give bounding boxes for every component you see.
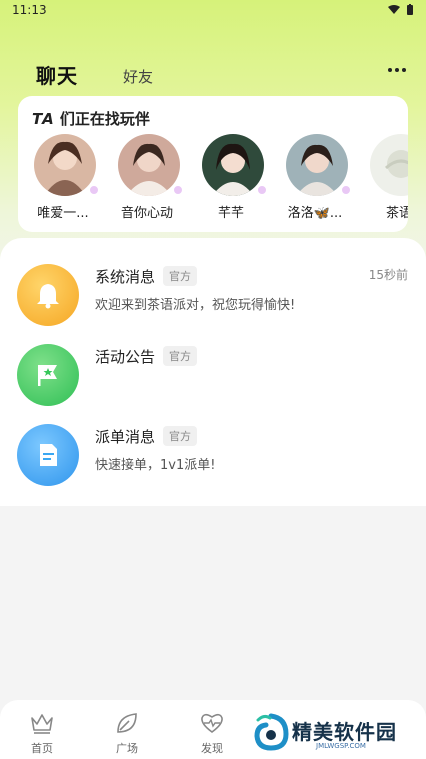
- message-time: 15秒前: [368, 268, 408, 282]
- top-tabs: 聊天 好友: [0, 58, 426, 90]
- message-preview: 欢迎来到茶语派对，祝您玩得愉快!: [95, 298, 296, 313]
- message-title: 派单消息: [95, 428, 156, 446]
- avatar: [202, 134, 264, 196]
- flag-star-icon: [17, 344, 79, 406]
- watermark-logo-icon: [254, 713, 289, 751]
- official-badge: 官方: [163, 426, 197, 446]
- avatar: [286, 134, 348, 196]
- avatar-item[interactable]: 唯爱一...: [18, 134, 102, 224]
- avatar: [34, 134, 96, 196]
- avatar: [118, 134, 180, 196]
- document-icon: [17, 424, 79, 486]
- message-row-activity[interactable]: 活动公告 官方: [0, 338, 426, 410]
- avatar-item[interactable]: 茶语: [354, 134, 408, 224]
- watermark-logo: 精美软件园 JMLWGSP.COM: [252, 712, 412, 756]
- official-badge: 官方: [163, 266, 197, 286]
- avatar-item[interactable]: 洛洛🦋...: [270, 134, 354, 224]
- online-badge-icon: [172, 184, 184, 196]
- dot-icon: [395, 68, 399, 72]
- message-title: 活动公告: [95, 348, 156, 366]
- online-badge-icon: [88, 184, 100, 196]
- wifi-icon: [388, 5, 400, 14]
- message-row-dispatch[interactable]: 派单消息 官方 快速接单，1v1派单!: [0, 418, 426, 490]
- watermark-text: 精美软件园: [292, 720, 397, 744]
- message-list: 系统消息 官方 15秒前 欢迎来到茶语派对，祝您玩得愉快! 活动公告 官方 派单…: [0, 238, 426, 506]
- avatar: [370, 134, 408, 196]
- finding-playmates-card: TA 们正在找玩伴 唯爱一... 音你心动 芊芊 洛洛🦋... 茶语: [18, 96, 408, 232]
- nav-item-square[interactable]: 广场: [97, 710, 157, 756]
- message-preview: 快速接单，1v1派单!: [95, 458, 216, 473]
- leaf-icon: [117, 713, 137, 733]
- official-badge: 官方: [163, 346, 197, 366]
- tab-chat[interactable]: 聊天: [36, 60, 78, 89]
- battery-icon: [407, 4, 413, 15]
- nav-label: 首页: [31, 742, 53, 755]
- online-badge-icon: [256, 184, 268, 196]
- nav-label: 发现: [201, 742, 223, 755]
- avatar-row: 唯爱一... 音你心动 芊芊 洛洛🦋... 茶语: [18, 134, 408, 224]
- nav-item-home[interactable]: 首页: [12, 710, 72, 756]
- watermark-subtext: JMLWGSP.COM: [316, 742, 366, 750]
- status-bar: 11:13: [0, 0, 426, 20]
- online-badge-icon: [340, 184, 352, 196]
- message-title: 系统消息: [95, 268, 156, 286]
- message-row-system[interactable]: 系统消息 官方 15秒前 欢迎来到茶语派对，祝您玩得愉快!: [0, 258, 426, 330]
- nav-item-discover[interactable]: 发现: [182, 710, 242, 756]
- status-icons: [388, 4, 414, 16]
- crown-icon: [31, 714, 53, 734]
- avatar-item[interactable]: 音你心动: [102, 134, 186, 224]
- tab-friends[interactable]: 好友: [123, 66, 153, 87]
- dot-icon: [402, 68, 406, 72]
- bell-icon: [17, 264, 79, 326]
- more-options-button[interactable]: [384, 58, 410, 82]
- status-time: 11:13: [12, 3, 47, 17]
- avatar-item[interactable]: 芊芊: [186, 134, 270, 224]
- finding-title: TA 们正在找玩伴: [32, 110, 150, 128]
- dot-icon: [388, 68, 392, 72]
- nav-label: 广场: [116, 742, 138, 755]
- heart-pulse-icon: [201, 713, 223, 733]
